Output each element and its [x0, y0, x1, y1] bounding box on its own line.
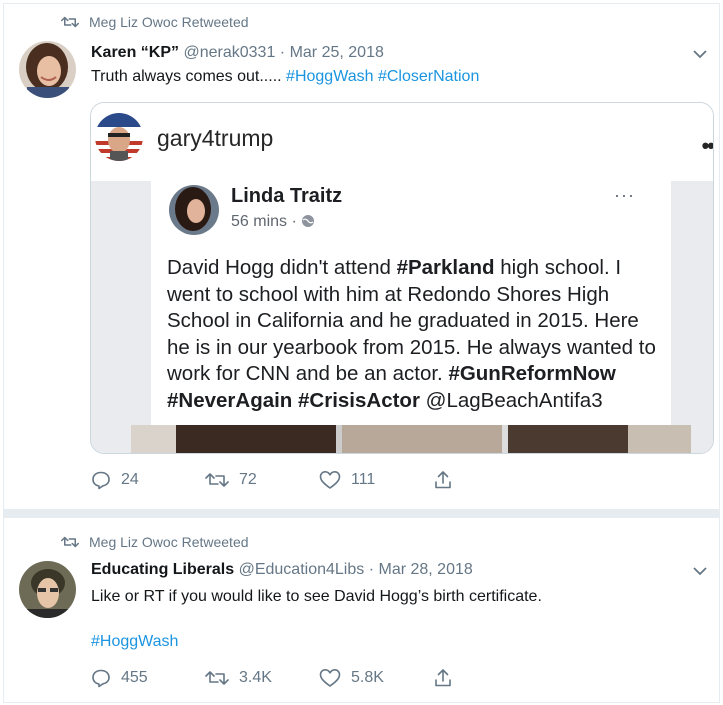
chevron-down-icon[interactable] — [693, 566, 707, 576]
reply-icon — [92, 669, 110, 688]
fb-text-seg-bold: #Parkland — [396, 256, 495, 279]
profile-photo-icon — [19, 561, 76, 618]
tweet-text: Truth always comes out..... #HoggWash #C… — [91, 68, 479, 86]
like-button[interactable]: 5.8K — [319, 668, 433, 688]
hashtag-link[interactable]: #HoggWash — [286, 68, 373, 85]
like-button[interactable]: 111 — [319, 470, 433, 490]
photo-strip — [176, 425, 336, 453]
fb-more-icon: ··· — [614, 185, 635, 205]
tweet-header: Educating Liberals @Education4Libs · Mar… — [91, 561, 473, 579]
instagram-header: gary4trump •• — [91, 103, 713, 181]
retweet-context: Meg Liz Owoc Retweeted — [61, 14, 249, 30]
gary-avatar — [95, 113, 143, 161]
fb-post-text: David Hogg didn't attend #Parkland high … — [167, 255, 667, 414]
yearbook-photos — [131, 425, 691, 453]
retweeted-by-label[interactable]: Meg Liz Owoc Retweeted — [89, 534, 249, 550]
display-name[interactable]: Karen “KP” — [91, 44, 179, 61]
tweet-divider — [4, 509, 719, 518]
reply-count: 24 — [121, 471, 139, 488]
retweeted-by-label[interactable]: Meg Liz Owoc Retweeted — [89, 14, 249, 30]
display-name[interactable]: Educating Liberals — [91, 561, 234, 578]
fb-author-name: Linda Traitz — [231, 185, 343, 207]
avatar[interactable] — [19, 561, 76, 618]
retweet-icon — [61, 16, 79, 28]
timeline: Meg Liz Owoc Retweeted Karen “KP” @nerak… — [3, 3, 720, 703]
retweet-icon — [205, 473, 229, 487]
photo-strip — [131, 425, 176, 453]
hashtag-link[interactable]: #CloserNation — [378, 68, 479, 85]
tweet-2[interactable]: Meg Liz Owoc Retweeted Educating Liberal… — [4, 518, 719, 704]
media-card[interactable]: gary4trump •• Linda Traitz 56 mins · ···… — [90, 102, 714, 454]
tweet-actions: 455 3.4K 5.8K — [91, 668, 547, 688]
reply-button[interactable]: 455 — [91, 668, 205, 688]
linda-avatar — [169, 185, 219, 235]
profile-photo-icon — [19, 41, 76, 98]
profile-photo-icon — [169, 185, 219, 235]
hashtag-link[interactable]: #HoggWash — [91, 633, 178, 651]
timestamp[interactable]: Mar 25, 2018 — [290, 44, 384, 61]
avatar[interactable] — [19, 41, 76, 98]
fb-text-seg: @LagBeachAntifa3 — [419, 388, 603, 412]
photo-strip — [628, 425, 691, 453]
share-icon — [435, 669, 451, 687]
heart-icon — [319, 669, 341, 687]
retweet-icon — [205, 671, 229, 685]
tweet-actions: 24 72 111 — [91, 470, 547, 490]
retweet-button[interactable]: 3.4K — [205, 669, 319, 687]
tweet-header: Karen “KP” @nerak0331 · Mar 25, 2018 — [91, 44, 384, 62]
separator: · — [368, 561, 375, 578]
handle[interactable]: @Education4Libs — [239, 561, 365, 578]
retweet-count: 72 — [239, 471, 257, 488]
reply-count: 455 — [121, 669, 148, 686]
facebook-post: Linda Traitz 56 mins · ··· David Hogg di… — [151, 181, 671, 451]
share-button[interactable] — [433, 470, 547, 490]
fb-time-label: 56 mins · — [231, 213, 297, 230]
heart-icon — [319, 471, 341, 489]
globe-icon — [302, 215, 315, 227]
retweet-button[interactable]: 72 — [205, 471, 319, 489]
reply-button[interactable]: 24 — [91, 470, 205, 490]
photo-strip — [342, 425, 502, 453]
fb-timestamp: 56 mins · — [231, 213, 315, 231]
photo-strip — [508, 425, 628, 453]
embed-username: gary4trump — [157, 125, 274, 151]
handle[interactable]: @nerak0331 — [183, 44, 275, 61]
like-count: 111 — [351, 471, 376, 488]
retweet-context: Meg Liz Owoc Retweeted — [61, 534, 249, 550]
more-icon: •• — [701, 133, 713, 158]
share-button[interactable] — [433, 668, 547, 688]
like-count: 5.8K — [351, 669, 384, 686]
tweet-1[interactable]: Meg Liz Owoc Retweeted Karen “KP” @nerak… — [4, 4, 719, 509]
retweet-count: 3.4K — [239, 669, 272, 686]
share-icon — [435, 471, 451, 489]
separator: · — [279, 44, 286, 61]
retweet-icon — [61, 536, 79, 548]
tweet-body: Truth always comes out..... — [91, 68, 282, 85]
reply-icon — [92, 471, 110, 490]
tweet-text: Like or RT if you would like to see Davi… — [91, 588, 542, 605]
flag-avatar-icon — [95, 113, 143, 161]
timestamp[interactable]: Mar 28, 2018 — [378, 561, 472, 578]
chevron-down-icon[interactable] — [693, 49, 707, 59]
fb-text-seg: David Hogg didn't attend — [167, 256, 397, 279]
